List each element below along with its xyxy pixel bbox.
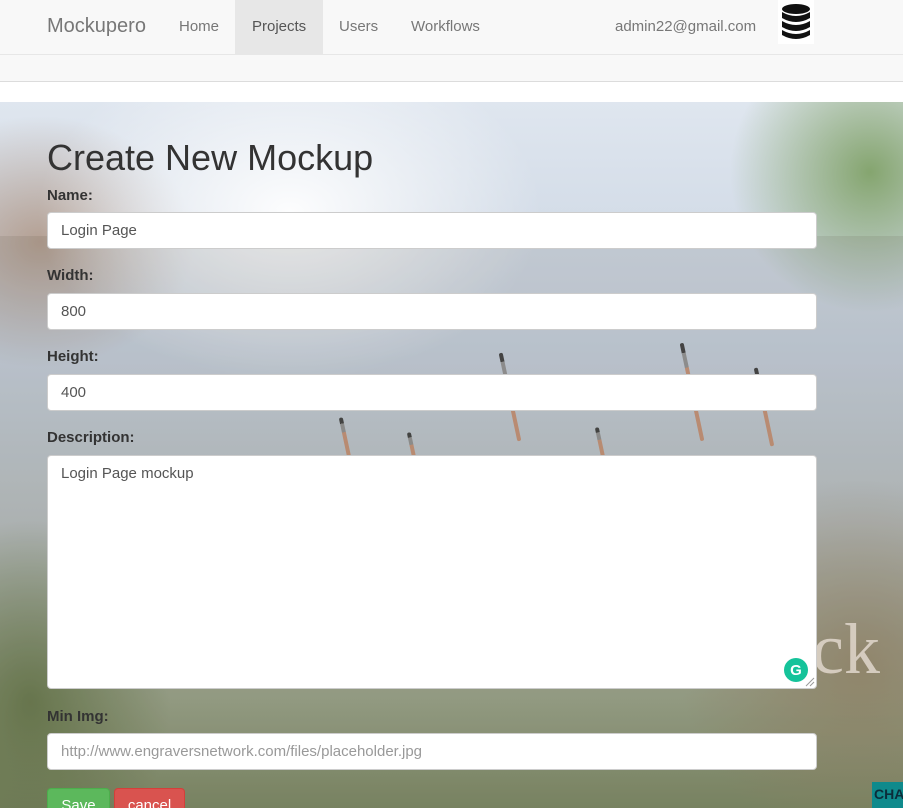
secondary-bar bbox=[0, 55, 903, 82]
database-icon[interactable] bbox=[778, 0, 814, 44]
description-label: Description: bbox=[47, 429, 135, 446]
width-label: Width: bbox=[47, 267, 94, 284]
description-textarea[interactable]: Login Page mockup bbox=[47, 455, 817, 689]
name-label: Name: bbox=[47, 187, 93, 204]
height-label: Height: bbox=[47, 348, 99, 365]
page-spacer bbox=[0, 82, 903, 102]
brand-logo[interactable]: Mockupero bbox=[47, 15, 146, 38]
nav-home[interactable]: Home bbox=[162, 0, 236, 54]
width-input-value: 800 bbox=[61, 303, 87, 320]
min-img-input[interactable]: http://www.engraversnetwork.com/files/pl… bbox=[47, 733, 817, 770]
page-title: Create New Mockup bbox=[47, 137, 374, 178]
top-navbar: Mockupero Home Projects Users Workflows … bbox=[0, 0, 903, 55]
cancel-button[interactable]: cancel bbox=[114, 788, 185, 808]
nav-users[interactable]: Users bbox=[322, 0, 395, 54]
nav-workflows[interactable]: Workflows bbox=[394, 0, 497, 54]
resize-handle-icon[interactable] bbox=[805, 677, 815, 687]
width-input[interactable]: 800 bbox=[47, 293, 817, 330]
name-input[interactable]: Login Page bbox=[47, 212, 817, 249]
description-value: Login Page mockup bbox=[61, 465, 194, 482]
min-img-label: Min Img: bbox=[47, 708, 109, 725]
height-input[interactable]: 400 bbox=[47, 374, 817, 411]
nav-projects[interactable]: Projects bbox=[235, 0, 324, 54]
height-input-value: 400 bbox=[61, 384, 87, 401]
save-button[interactable]: Save bbox=[47, 788, 110, 808]
chat-widget-tab[interactable]: CHA bbox=[872, 782, 903, 808]
background-watermark: ck bbox=[812, 609, 880, 689]
name-input-value: Login Page bbox=[61, 222, 137, 239]
min-img-placeholder: http://www.engraversnetwork.com/files/pl… bbox=[61, 743, 423, 760]
user-email[interactable]: admin22@gmail.com bbox=[615, 0, 756, 54]
